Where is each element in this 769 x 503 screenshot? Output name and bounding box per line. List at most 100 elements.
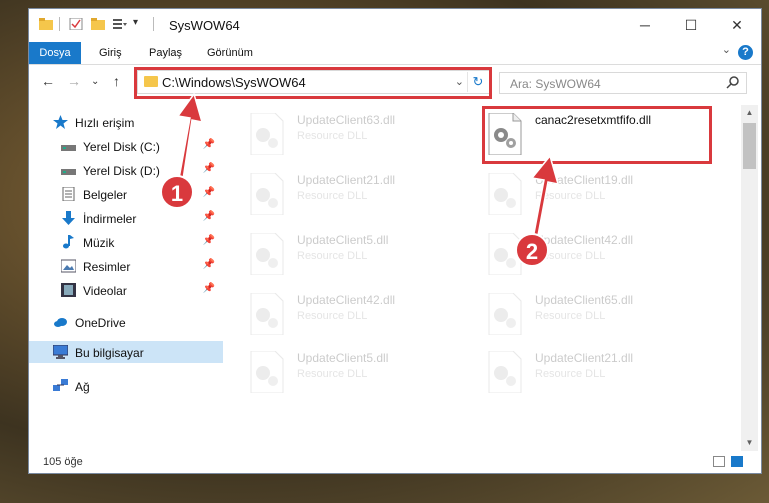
scroll-down-icon[interactable]: ▼ (741, 435, 758, 451)
forward-button[interactable]: → (67, 73, 81, 89)
file-type: Resource DLL (297, 130, 368, 142)
separator (59, 17, 60, 31)
properties-icon[interactable] (69, 18, 83, 30)
customize-toolbar-icon[interactable] (113, 18, 127, 30)
pin-icon[interactable]: 📌 (203, 187, 215, 198)
pin-icon[interactable]: 📌 (203, 259, 215, 270)
recent-locations-button[interactable]: ⌄ (91, 76, 99, 87)
list-item[interactable]: UpdateClient42.dll Resource DLL (467, 225, 697, 281)
up-button[interactable]: ↑ (113, 73, 120, 89)
sidebar-item-label: Yerel Disk (D:) (83, 164, 160, 178)
sidebar-item-label: Ağ (75, 380, 90, 394)
sidebar-item-label: Videolar (83, 284, 127, 298)
file-name: UpdateClient5.dll (297, 233, 389, 247)
sidebar-item-label: Belgeler (83, 188, 128, 202)
list-item[interactable]: UpdateClient65.dll Resource DLL (467, 285, 697, 341)
tab-file[interactable]: Dosya (29, 42, 81, 64)
tab-share[interactable]: Paylaş (149, 42, 182, 64)
cloud-icon (54, 318, 67, 327)
music-icon (63, 235, 74, 249)
downloads-icon (62, 211, 75, 225)
pin-icon[interactable]: 📌 (203, 139, 215, 150)
dll-file-icon (250, 173, 284, 215)
step-badge-2: 2 (515, 233, 549, 267)
sidebar-item-local-disk-c[interactable]: Yerel Disk (C:) 📌 (29, 135, 223, 157)
back-button[interactable]: ← (41, 73, 55, 89)
sidebar-item-documents[interactable]: Belgeler 📌 (29, 183, 223, 205)
ribbon-expand-icon[interactable]: ⌄ (722, 43, 731, 56)
dll-file-icon (250, 351, 284, 393)
list-item[interactable]: UpdateClient5.dll Resource DLL (229, 225, 459, 281)
vertical-scrollbar[interactable]: ▲ ▼ (741, 105, 758, 451)
pin-icon[interactable]: 📌 (203, 211, 215, 222)
list-item[interactable]: UpdateClient19.dll Resource DLL (467, 165, 697, 221)
details-view-icon[interactable] (713, 456, 725, 467)
sidebar-item-this-pc[interactable]: Bu bilgisayar (29, 341, 223, 363)
network-icon (53, 379, 68, 391)
file-name: UpdateClient42.dll (297, 293, 396, 307)
tab-home[interactable]: Giriş (99, 42, 122, 64)
sidebar-item-downloads[interactable]: İndirmeler 📌 (29, 207, 223, 229)
pin-icon[interactable]: 📌 (203, 235, 215, 246)
drive-icon (61, 169, 76, 175)
folder-icon (39, 18, 53, 30)
quick-access-dropdown-icon[interactable]: ▾ (133, 17, 138, 28)
pin-icon[interactable]: 📌 (203, 163, 215, 174)
file-name: UpdateClient19.dll (535, 173, 634, 187)
file-type: Resource DLL (535, 310, 606, 322)
file-name: UpdateClient21.dll (297, 173, 396, 187)
tab-view[interactable]: Görünüm (207, 42, 253, 64)
large-icons-view-icon[interactable] (731, 456, 743, 467)
sidebar-item-videos[interactable]: Videolar 📌 (29, 279, 223, 301)
file-type: Resource DLL (297, 368, 368, 380)
sidebar-item-onedrive[interactable]: OneDrive (29, 311, 223, 333)
sidebar-item-label: İndirmeler (83, 212, 137, 226)
scroll-up-icon[interactable]: ▲ (741, 105, 758, 121)
sidebar-item-network[interactable]: Ağ (29, 375, 223, 397)
item-count: 105 öğe (43, 456, 83, 468)
scroll-thumb[interactable] (743, 123, 756, 169)
step-badge-1: 1 (160, 175, 194, 209)
videos-icon (61, 283, 76, 297)
sidebar-item-label: OneDrive (75, 316, 126, 330)
pictures-icon (61, 259, 76, 273)
address-bar-highlight (134, 67, 492, 99)
sidebar-item-music[interactable]: Müzik 📌 (29, 231, 223, 253)
minimize-button[interactable]: ─ (625, 13, 665, 37)
dll-file-icon (488, 173, 522, 215)
help-icon[interactable]: ? (738, 45, 753, 60)
status-bar: 105 öğe (29, 451, 761, 473)
file-name: UpdateClient42.dll (535, 233, 634, 247)
pin-icon[interactable]: 📌 (203, 283, 215, 294)
file-name: UpdateClient5.dll (297, 351, 389, 365)
file-name: UpdateClient65.dll (535, 293, 634, 307)
sidebar-item-local-disk-d[interactable]: Yerel Disk (D:) 📌 (29, 159, 223, 181)
file-type: Resource DLL (535, 190, 606, 202)
search-icon[interactable] (726, 75, 740, 89)
search-placeholder: Ara: SysWOW64 (510, 77, 601, 91)
dll-file-icon (488, 351, 522, 393)
dll-file-icon (250, 113, 284, 155)
sidebar-item-label: Bu bilgisayar (75, 346, 144, 360)
maximize-button[interactable]: ☐ (671, 13, 711, 37)
list-item[interactable]: UpdateClient21.dll Resource DLL (467, 343, 697, 399)
list-item[interactable]: UpdateClient42.dll Resource DLL (229, 285, 459, 341)
drive-icon (61, 145, 76, 151)
computer-icon (53, 345, 68, 359)
new-folder-icon[interactable] (91, 18, 105, 30)
file-type: Resource DLL (297, 310, 368, 322)
list-item[interactable]: UpdateClient63.dll Resource DLL (229, 105, 459, 161)
file-highlight (482, 106, 712, 164)
file-type: Resource DLL (535, 368, 606, 380)
dll-file-icon (488, 293, 522, 335)
sidebar-item-quick-access[interactable]: Hızlı erişim (29, 111, 223, 133)
list-item[interactable]: UpdateClient21.dll Resource DLL (229, 165, 459, 221)
search-input[interactable]: Ara: SysWOW64 (499, 72, 747, 94)
sidebar-item-pictures[interactable]: Resimler 📌 (29, 255, 223, 277)
navigation-pane: Hızlı erişim Yerel Disk (C:) 📌 Yerel Dis… (29, 105, 225, 451)
dll-file-icon (250, 233, 284, 275)
close-button[interactable]: ✕ (717, 13, 757, 37)
list-item[interactable]: UpdateClient5.dll Resource DLL (229, 343, 459, 399)
separator (153, 17, 154, 31)
file-type: Resource DLL (297, 190, 368, 202)
